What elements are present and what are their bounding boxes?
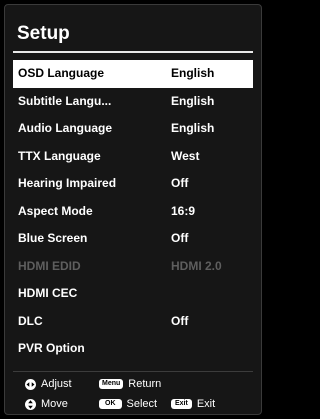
menu-item-value: 16:9 bbox=[171, 203, 196, 218]
exit-label: Exit bbox=[196, 398, 216, 410]
menu-item-dlc[interactable]: DLC Off bbox=[13, 308, 253, 336]
menu-item-label: DLC bbox=[18, 313, 43, 328]
menu-item-label: PVR Option bbox=[18, 341, 85, 355]
menu-item-aspect-mode[interactable]: Aspect Mode 16:9 bbox=[13, 198, 253, 226]
menu-item-value: West bbox=[171, 148, 200, 163]
return-label: Return bbox=[128, 378, 162, 390]
menu-item-value: HDMI 2.0 bbox=[171, 258, 222, 273]
menu-item-value: English bbox=[171, 66, 215, 80]
hint-adjust: Adjust bbox=[25, 378, 72, 390]
hint-move: Move bbox=[25, 398, 68, 410]
menu-item-label: OSD Language bbox=[18, 66, 105, 80]
menu-item-label: Hearing Impaired bbox=[18, 176, 117, 190]
hint-return: Menu Return bbox=[99, 378, 161, 390]
menu-key-icon: Menu bbox=[99, 379, 124, 389]
menu-item-label: Blue Screen bbox=[18, 231, 88, 245]
menu-item-hdmi-edid: HDMI EDID HDMI 2.0 bbox=[13, 253, 253, 281]
menu-item-value: Off bbox=[171, 231, 189, 245]
menu-item-osd-language[interactable]: OSD Language English bbox=[13, 60, 253, 88]
title-divider bbox=[13, 51, 253, 53]
menu-item-value: English bbox=[171, 121, 215, 135]
up-down-arrows-icon bbox=[25, 398, 36, 410]
menu-item-ttx-language[interactable]: TTX Language West bbox=[13, 143, 253, 171]
menu-item-value: Off bbox=[171, 176, 189, 190]
menu-item-value: Off bbox=[171, 313, 189, 328]
settings-list: OSD Language English Subtitle Langu... E… bbox=[13, 60, 253, 363]
menu-item-hdmi-cec[interactable]: HDMI CEC bbox=[13, 280, 253, 308]
menu-item-label: HDMI EDID bbox=[18, 258, 81, 273]
menu-item-value: English bbox=[171, 93, 215, 108]
select-label: Select bbox=[126, 398, 158, 410]
menu-item-label: HDMI CEC bbox=[18, 286, 78, 300]
ok-key-icon: OK bbox=[99, 399, 122, 409]
page-title: Setup bbox=[17, 23, 70, 44]
menu-item-label: Aspect Mode bbox=[18, 203, 93, 218]
menu-item-label: Subtitle Langu... bbox=[18, 93, 112, 108]
menu-item-label: Audio Language bbox=[18, 121, 112, 135]
menu-item-hearing-impaired[interactable]: Hearing Impaired Off bbox=[13, 170, 253, 198]
hint-exit: Exit Exit bbox=[171, 398, 215, 410]
hint-select: OK Select bbox=[99, 398, 157, 410]
footer-divider bbox=[13, 371, 253, 372]
left-right-arrows-icon bbox=[25, 378, 36, 390]
exit-key-icon: Exit bbox=[171, 399, 192, 409]
adjust-label: Adjust bbox=[41, 378, 72, 390]
menu-item-audio-language[interactable]: Audio Language English bbox=[13, 115, 253, 143]
menu-item-pvr-option[interactable]: PVR Option bbox=[13, 335, 253, 363]
menu-item-blue-screen[interactable]: Blue Screen Off bbox=[13, 225, 253, 253]
menu-item-label: TTX Language bbox=[18, 148, 101, 163]
move-label: Move bbox=[41, 398, 68, 410]
setup-menu-panel: Setup OSD Language English Subtitle Lang… bbox=[4, 4, 262, 415]
menu-item-subtitle-language[interactable]: Subtitle Langu... English bbox=[13, 88, 253, 116]
